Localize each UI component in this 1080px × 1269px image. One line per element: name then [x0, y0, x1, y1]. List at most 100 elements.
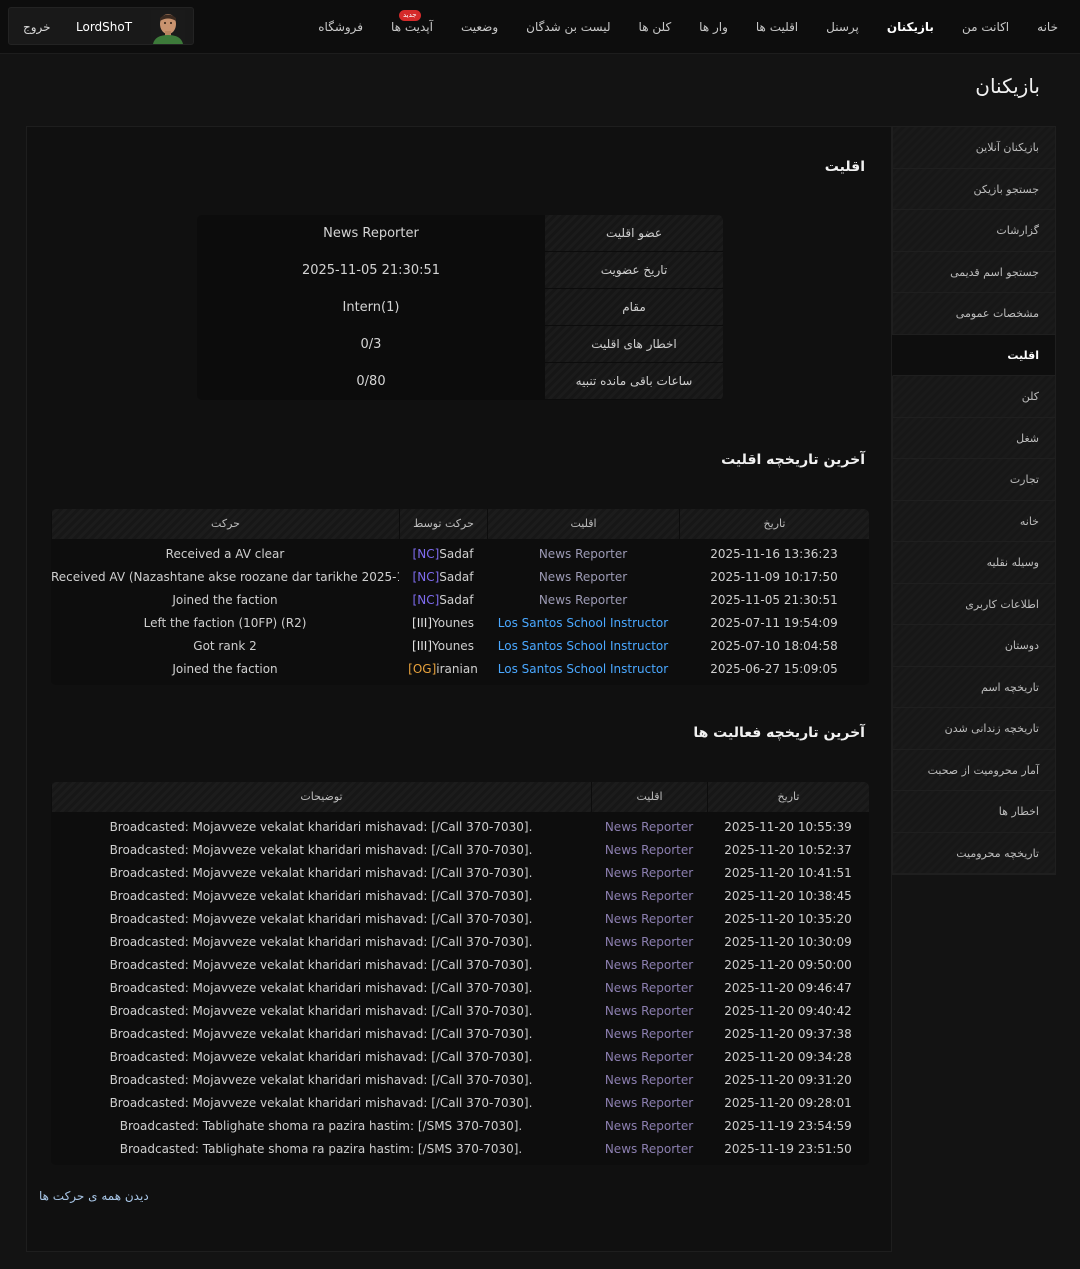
faction-panel: اقلیت News Reporter عضو اقلیت 2025-11-05 2…: [26, 126, 892, 1252]
sidebar-item-16[interactable]: اخطار ها: [893, 791, 1055, 833]
nav-item-8[interactable]: وضعیت: [447, 0, 512, 54]
faction-link[interactable]: News Reporter: [591, 954, 707, 977]
actor-name[interactable]: Sadaf: [439, 570, 473, 584]
sidebar-item-15[interactable]: آمار محرومیت از صحبت: [893, 749, 1055, 791]
faction-link[interactable]: News Reporter: [591, 977, 707, 1000]
clan-tag: [NC]: [412, 547, 440, 561]
description-cell: Broadcasted: Tablighate shoma ra pazira …: [119, 1142, 523, 1156]
nav-item-label: وار ها: [699, 20, 728, 34]
faction-link[interactable]: Los Santos School Instructor: [487, 635, 679, 658]
faction-link[interactable]: News Reporter: [591, 1138, 707, 1161]
description-cell: Broadcasted: Mojavveze vekalat kharidari…: [109, 866, 533, 880]
faction-link[interactable]: News Reporter: [487, 566, 679, 589]
faction-link[interactable]: Los Santos School Instructor: [487, 658, 679, 681]
sidebar-item-14[interactable]: تاریخچه زندانی شدن: [893, 708, 1055, 750]
date-cell: 2025-06-27 15:09:05: [710, 662, 838, 676]
nav-item-label: بازیکنان: [886, 20, 934, 34]
faction-link[interactable]: News Reporter: [591, 1115, 707, 1138]
table-row: 2025-11-20 09:46:47 News Reporter Broadcas…: [51, 977, 869, 1000]
date-cell: 2025-07-10 18:04:58: [710, 639, 838, 653]
table-row: 2025-11-20 09:31:20 News Reporter Broadcas…: [51, 1069, 869, 1092]
actor-name[interactable]: Sadaf: [439, 593, 473, 607]
actor-cell: [III]Younes: [399, 612, 487, 635]
sidebar-item-4[interactable]: مشخصات عمومی: [893, 293, 1055, 335]
avatar[interactable]: [151, 10, 185, 44]
actor-name[interactable]: Younes: [432, 616, 474, 630]
faction-link[interactable]: News Reporter: [591, 1069, 707, 1092]
table-row: 2025-11-19 23:54:59 News Reporter Broadcas…: [51, 1115, 869, 1138]
username[interactable]: LordShoT: [76, 8, 132, 46]
faction-history-table: تاریخ اقلیت حرکت توسط حرکت 2025-11-16 13:36…: [51, 509, 869, 685]
faction-link[interactable]: News Reporter: [591, 931, 707, 954]
info-value: Intern(1): [342, 300, 400, 315]
sidebar-item-7[interactable]: شغل: [893, 417, 1055, 459]
actor-name[interactable]: iranian: [436, 662, 478, 676]
faction-link[interactable]: News Reporter: [487, 589, 679, 612]
faction-link[interactable]: News Reporter: [591, 908, 707, 931]
sidebar-item-6[interactable]: کلن: [893, 376, 1055, 418]
sidebar-item-2[interactable]: گزارشات: [893, 210, 1055, 252]
faction-link[interactable]: News Reporter: [591, 1000, 707, 1023]
sidebar-item-13[interactable]: تاریخچه اسم: [893, 666, 1055, 708]
date-cell: 2025-11-20 09:40:42: [724, 1004, 852, 1018]
table-row: 2025-07-10 18:04:58 Los Santos School Ins…: [51, 635, 869, 658]
faction-link[interactable]: News Reporter: [591, 839, 707, 862]
faction-link[interactable]: Los Santos School Instructor: [487, 612, 679, 635]
nav-item-10[interactable]: فروشگاه: [304, 0, 377, 54]
faction-link[interactable]: News Reporter: [591, 1023, 707, 1046]
nav-item-5[interactable]: وار ها: [685, 0, 742, 54]
faction-link[interactable]: News Reporter: [591, 1046, 707, 1069]
table-row: 2025-11-16 13:36:23 News Reporter [NC]Sada…: [51, 543, 869, 566]
action-cell: Received AV (Nazashtane akse roozane dar…: [51, 570, 399, 584]
sidebar-item-11[interactable]: اطلاعات کاربری: [893, 583, 1055, 625]
nav-item-7[interactable]: لیست بن شدگان: [512, 0, 624, 54]
sidebar-item-17[interactable]: تاریخچه محرومیت: [893, 832, 1055, 874]
faction-link[interactable]: News Reporter: [487, 543, 679, 566]
faction-info-table: News Reporter عضو اقلیت 2025-11-05 21:30:5…: [197, 215, 723, 400]
faction-link[interactable]: News Reporter: [591, 862, 707, 885]
activity-history-header: تاریخ اقلیت توضیحات: [51, 782, 869, 812]
table-row: 2025-07-11 19:54:09 Los Santos School Ins…: [51, 612, 869, 635]
sidebar-item-5[interactable]: اقلیت: [892, 334, 1055, 376]
nav-item-2[interactable]: بازیکنان: [873, 0, 948, 54]
sidebar-item-10[interactable]: وسیله نقلیه: [893, 542, 1055, 584]
info-row: News Reporter عضو اقلیت: [197, 215, 723, 252]
info-key: عضو اقلیت: [545, 215, 723, 252]
sidebar-item-0[interactable]: بازیکنان آنلاین: [893, 127, 1055, 169]
faction-history-header: تاریخ اقلیت حرکت توسط حرکت: [51, 509, 869, 539]
date-cell: 2025-11-09 10:17:50: [710, 570, 838, 584]
nav-item-3[interactable]: پرسنل: [812, 0, 873, 54]
nav-item-6[interactable]: کلن ها: [625, 0, 686, 54]
date-cell: 2025-11-20 10:41:51: [724, 866, 852, 880]
column-header: اقلیت: [487, 509, 679, 539]
description-cell: Broadcasted: Mojavveze vekalat kharidari…: [109, 820, 533, 834]
date-cell: 2025-11-20 09:37:38: [724, 1027, 852, 1041]
faction-link[interactable]: News Reporter: [591, 1092, 707, 1115]
see-all-actions-link[interactable]: دیدن همه ی حرکت ها: [39, 1189, 149, 1203]
actor-name[interactable]: Sadaf: [439, 547, 473, 561]
nav-item-1[interactable]: اکانت من: [948, 0, 1023, 54]
nav-item-label: لیست بن شدگان: [526, 20, 611, 34]
logout-button[interactable]: خروج: [23, 8, 51, 46]
date-cell: 2025-11-20 09:34:28: [724, 1050, 852, 1064]
sidebar-item-9[interactable]: خانه: [893, 500, 1055, 542]
sidebar-item-1[interactable]: جستجو بازیکن: [893, 168, 1055, 210]
clan-tag: [III]: [412, 616, 433, 630]
table-row: 2025-11-20 09:37:38 News Reporter Broadcas…: [51, 1023, 869, 1046]
clan-tag: [III]: [412, 639, 433, 653]
nav-item-0[interactable]: خانه: [1023, 0, 1072, 54]
faction-link[interactable]: News Reporter: [591, 816, 707, 839]
sidebar-item-3[interactable]: جستجو اسم قدیمی: [893, 251, 1055, 293]
sidebar-item-12[interactable]: دوستان: [893, 625, 1055, 667]
faction-link[interactable]: News Reporter: [591, 885, 707, 908]
description-cell: Broadcasted: Mojavveze vekalat kharidari…: [109, 1004, 533, 1018]
nav-item-label: پرسنل: [826, 20, 859, 34]
nav-item-9[interactable]: آپدیت ها جدید: [377, 0, 447, 54]
info-key: اخطار های اقلیت: [545, 326, 723, 363]
sidebar-item-8[interactable]: تجارت: [893, 459, 1055, 501]
date-cell: 2025-11-20 10:52:37: [724, 843, 852, 857]
nav-item-4[interactable]: اقلیت ها: [742, 0, 812, 54]
column-header: توضیحات: [51, 782, 591, 812]
info-value: 0/3: [360, 337, 382, 352]
actor-name[interactable]: Younes: [432, 639, 474, 653]
